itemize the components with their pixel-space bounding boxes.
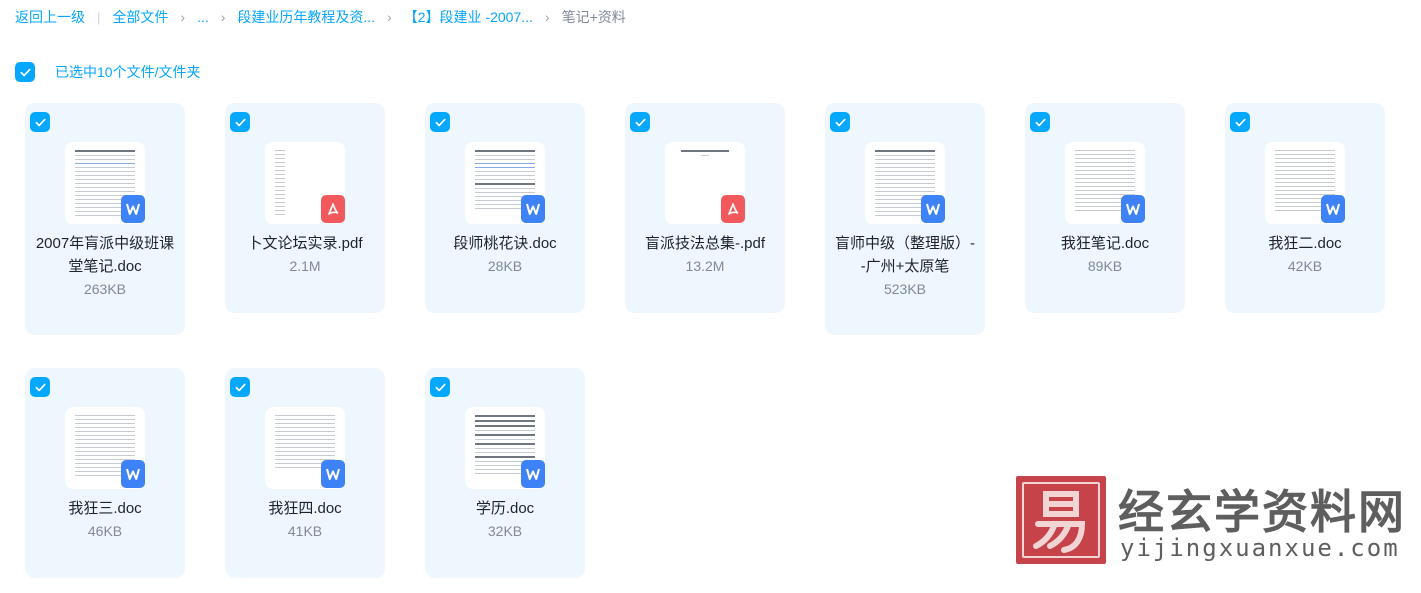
- checkmark-icon: [234, 118, 246, 126]
- select-all-bar: 已选中10个文件/文件夹: [15, 62, 200, 82]
- file-card[interactable]: 2007年肓派中级班课堂笔记.doc 263KB: [25, 103, 185, 335]
- file-size: 523KB: [883, 281, 927, 297]
- file-name: 盲派技法总集-.pdf: [644, 235, 765, 252]
- file-card[interactable]: 我狂笔记.doc 89KB: [1025, 103, 1185, 313]
- word-doc-icon: [921, 195, 945, 223]
- checkmark-icon: [1234, 118, 1246, 126]
- checkmark-icon: [434, 383, 446, 391]
- file-size: 263KB: [83, 281, 127, 297]
- pdf-icon: [721, 195, 745, 223]
- checkmark-icon: [434, 118, 446, 126]
- breadcrumb-level2[interactable]: 【2】段建业 -2007...: [404, 7, 533, 27]
- seal-glyph-icon: [1033, 491, 1086, 553]
- file-card[interactable]: 学历.doc 32KB: [425, 368, 585, 578]
- file-size: 32KB: [487, 523, 523, 539]
- file-checkbox[interactable]: [1030, 112, 1050, 132]
- file-size: 89KB: [1087, 258, 1123, 274]
- breadcrumb: 返回上一级 | 全部文件 › ... › 段建业历年教程及资... › 【2】段…: [15, 7, 626, 27]
- file-name: 卜文论坛实录.pdf: [247, 235, 363, 252]
- watermark-title: 经玄学资料网: [1118, 485, 1406, 539]
- breadcrumb-all-files[interactable]: 全部文件: [112, 7, 168, 27]
- checkmark-icon: [1034, 118, 1046, 126]
- file-card[interactable]: 盲派技法总集-.pdf 13.2M: [625, 103, 785, 313]
- file-card[interactable]: 卜文论坛实录.pdf 2.1M: [225, 103, 385, 313]
- file-card[interactable]: 盲师中级（整理版）--广州+太原笔 523KB: [825, 103, 985, 335]
- word-doc-icon: [521, 195, 545, 223]
- file-card[interactable]: 我狂三.doc 46KB: [25, 368, 185, 578]
- checkmark-icon: [19, 68, 31, 76]
- file-card[interactable]: 我狂四.doc 41KB: [225, 368, 385, 578]
- word-doc-icon: [1321, 195, 1345, 223]
- word-doc-icon: [321, 460, 345, 488]
- file-name: 盲师中级（整理版）--广州+太原笔: [835, 235, 975, 275]
- file-name: 2007年肓派中级班课堂笔记.doc: [35, 235, 175, 275]
- file-checkbox[interactable]: [230, 377, 250, 397]
- file-checkbox[interactable]: [830, 112, 850, 132]
- back-link[interactable]: 返回上一级: [15, 7, 85, 27]
- file-checkbox[interactable]: [630, 112, 650, 132]
- word-doc-icon: [1121, 195, 1145, 223]
- breadcrumb-divider: |: [97, 9, 101, 25]
- file-size: 28KB: [487, 258, 523, 274]
- breadcrumb-current: 笔记+资料: [561, 9, 626, 25]
- file-name: 我狂四.doc: [268, 500, 342, 517]
- file-checkbox[interactable]: [30, 112, 50, 132]
- selection-count-label: 已选中10个文件/文件夹: [55, 64, 201, 80]
- file-checkbox[interactable]: [430, 377, 450, 397]
- file-card[interactable]: 段师桃花诀.doc 28KB: [425, 103, 585, 313]
- checkmark-icon: [834, 118, 846, 126]
- file-name: 我狂笔记.doc: [1060, 235, 1150, 252]
- checkmark-icon: [34, 383, 46, 391]
- file-name: 学历.doc: [475, 500, 535, 517]
- checkmark-icon: [234, 383, 246, 391]
- breadcrumb-ellipsis[interactable]: ...: [197, 9, 209, 25]
- breadcrumb-level1[interactable]: 段建业历年教程及资...: [237, 7, 375, 27]
- select-all-checkbox[interactable]: [15, 62, 35, 82]
- file-checkbox[interactable]: [30, 377, 50, 397]
- seal-logo: [1016, 476, 1106, 564]
- word-doc-icon: [521, 460, 545, 488]
- watermark-url: yijingxuanxue.com: [1120, 534, 1400, 562]
- file-name: 段师桃花诀.doc: [453, 235, 557, 252]
- file-checkbox[interactable]: [1230, 112, 1250, 132]
- pdf-icon: [321, 195, 345, 223]
- watermark: 经玄学资料网 yijingxuanxue.com: [1016, 474, 1404, 566]
- file-name: 我狂三.doc: [68, 500, 142, 517]
- file-size: 41KB: [287, 523, 323, 539]
- file-size: 13.2M: [685, 258, 725, 274]
- chevron-right-icon: ›: [544, 9, 550, 25]
- chevron-right-icon: ›: [220, 9, 226, 25]
- chevron-right-icon: ›: [387, 9, 392, 25]
- checkmark-icon: [634, 118, 646, 126]
- file-checkbox[interactable]: [430, 112, 450, 132]
- file-size: 2.1M: [289, 258, 321, 274]
- word-doc-icon: [121, 460, 145, 488]
- file-name: 我狂二.doc: [1268, 235, 1342, 252]
- file-card[interactable]: 我狂二.doc 42KB: [1225, 103, 1385, 313]
- file-size: 46KB: [87, 523, 123, 539]
- word-doc-icon: [121, 195, 145, 223]
- file-checkbox[interactable]: [230, 112, 250, 132]
- file-size: 42KB: [1287, 258, 1323, 274]
- checkmark-icon: [34, 118, 46, 126]
- chevron-right-icon: ›: [180, 9, 186, 25]
